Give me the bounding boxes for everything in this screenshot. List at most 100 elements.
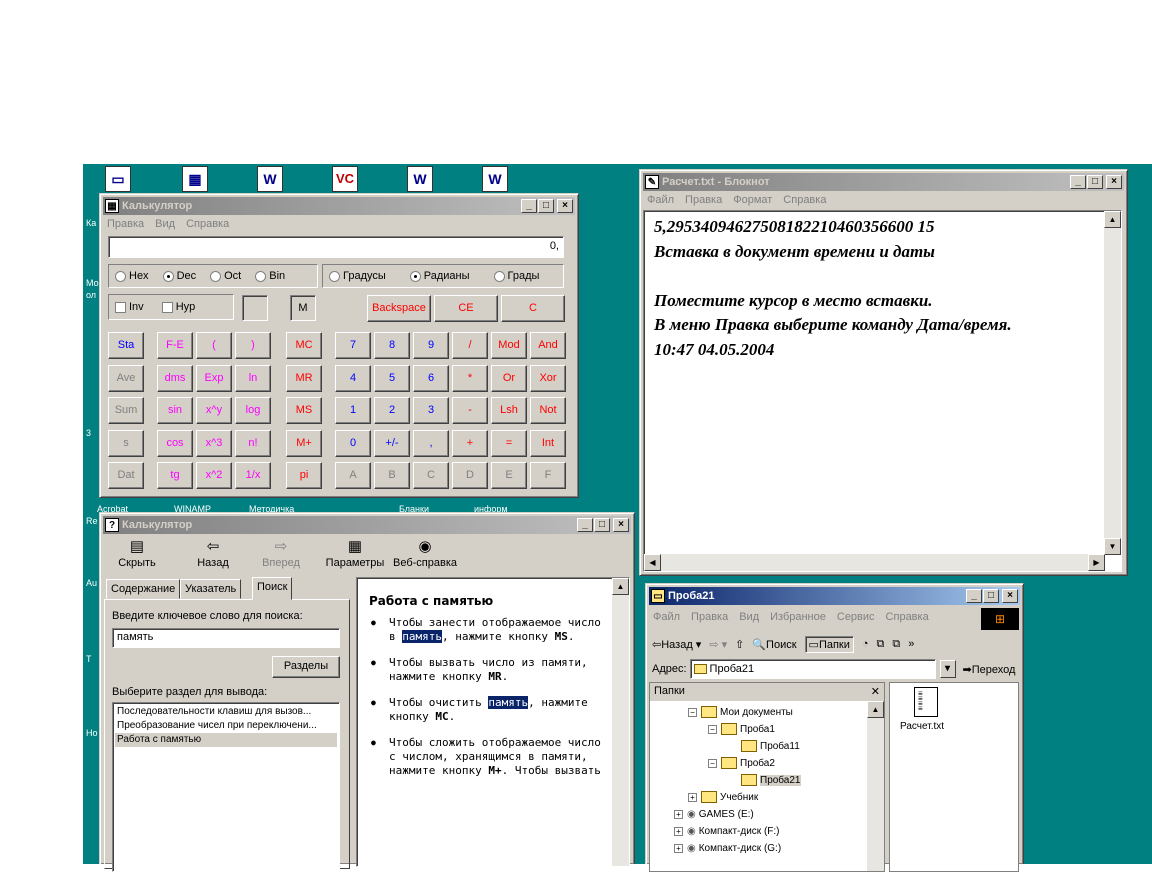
angle-radio[interactable]: Радианы: [409, 270, 470, 282]
calc-key-9[interactable]: 9: [413, 332, 449, 359]
calc-key-+[interactable]: +: [452, 429, 488, 457]
notepad-titlebar[interactable]: ✎ Расчет.txt - Блокнот _ □ ×: [643, 173, 1124, 191]
minimize-icon[interactable]: _: [966, 589, 982, 603]
maximize-icon[interactable]: □: [1087, 175, 1103, 189]
copy-icon[interactable]: ⧉: [892, 638, 900, 651]
tree-scrollbar[interactable]: ▲: [867, 701, 884, 871]
calc-key-C[interactable]: C: [413, 462, 449, 489]
topic-item[interactable]: Преобразование чисел при переключени...: [115, 719, 337, 733]
calc-key-Sum[interactable]: Sum: [108, 397, 144, 424]
menu-item[interactable]: Справка: [886, 611, 929, 623]
calc-key-1/x[interactable]: 1/x: [235, 462, 271, 489]
calc-key-MS[interactable]: MS: [286, 397, 322, 424]
forward-button[interactable]: ⇨ ▾: [709, 638, 727, 651]
menu-item[interactable]: Справка: [186, 218, 229, 230]
help-tab[interactable]: Поиск: [252, 577, 293, 600]
radix-radio-oct[interactable]: Oct: [210, 270, 241, 282]
calc-key-([interactable]: (: [196, 332, 232, 359]
calc-app-icon[interactable]: ▦: [178, 166, 212, 194]
history-icon[interactable]: ◔: [862, 638, 869, 650]
collapse-icon[interactable]: −: [688, 707, 697, 717]
menu-item[interactable]: Файл: [647, 194, 674, 206]
file-label[interactable]: Расчет.txt: [900, 721, 944, 732]
tree-item[interactable]: − Мои документы: [688, 705, 793, 721]
calc-key-Sta[interactable]: Sta: [108, 332, 144, 359]
calc-key-Not[interactable]: Not: [530, 397, 566, 424]
inv-checkbox[interactable]: Inv: [115, 301, 144, 313]
notepad-editor[interactable]: 5,29534094627508182210460356600 15 Вставк…: [643, 210, 1122, 572]
calc-key-5[interactable]: 5: [374, 364, 410, 392]
minimize-icon[interactable]: _: [577, 518, 593, 532]
radix-radio-dec[interactable]: Dec: [162, 270, 196, 282]
notepad-window[interactable]: ✎ Расчет.txt - Блокнот _ □ × Файл Правка Фор…: [639, 169, 1128, 576]
scroll-up-icon[interactable]: ▲: [1104, 211, 1121, 228]
calc-key--[interactable]: -: [452, 397, 488, 424]
calc-key-Xor[interactable]: Xor: [530, 364, 566, 392]
visual-c-icon[interactable]: VC: [328, 166, 362, 194]
menu-item[interactable]: Избранное: [770, 611, 826, 623]
calc-key-n![interactable]: n!: [235, 429, 271, 457]
expand-icon[interactable]: +: [674, 826, 683, 836]
tree-item[interactable]: + Учебник: [688, 790, 758, 806]
sections-button[interactable]: Разделы: [272, 656, 340, 678]
maximize-icon[interactable]: □: [983, 589, 999, 603]
scroll-right-icon[interactable]: ▶: [1088, 554, 1105, 571]
explorer-window[interactable]: ▭ Проба21 _ □ × Файл Правка Вид Избранное Серв…: [645, 583, 1024, 872]
calc-key-x^3[interactable]: x^3: [196, 429, 232, 457]
collapse-icon[interactable]: −: [708, 758, 717, 768]
word-doc-icon[interactable]: W: [403, 166, 437, 194]
article-scrollbar[interactable]: ▲: [612, 578, 629, 866]
tree-item[interactable]: − Проба1: [708, 722, 775, 738]
calculator-titlebar[interactable]: ▦ Калькулятор _ □ ×: [103, 197, 575, 215]
calc-key-And[interactable]: And: [530, 332, 566, 359]
expand-icon[interactable]: +: [674, 809, 683, 819]
expand-icon[interactable]: +: [674, 843, 683, 853]
radix-radio-bin[interactable]: Bin: [255, 270, 285, 282]
help-window[interactable]: ? Калькулятор _ □ × ▤ Скрыть ⇦ Назад ⇨ Вперед ▦ П…: [99, 512, 635, 872]
notepad-vscroll[interactable]: ▲ ▼: [1104, 211, 1121, 555]
angle-radio[interactable]: Грады: [493, 270, 539, 282]
calc-key-8[interactable]: 8: [374, 332, 410, 359]
monitor-icon[interactable]: ▭: [101, 166, 135, 194]
collapse-icon[interactable]: −: [708, 724, 717, 734]
menu-item[interactable]: Правка: [107, 218, 144, 230]
back-button[interactable]: ⇦Назад ▾: [652, 638, 701, 651]
calc-key-4[interactable]: 4: [335, 364, 371, 392]
calc-key-*[interactable]: *: [452, 364, 488, 392]
calc-key-F-E[interactable]: F-E: [157, 332, 193, 359]
calc-key-2[interactable]: 2: [374, 397, 410, 424]
text-file-icon[interactable]: ≡ ≡ ≡ ≡: [914, 687, 938, 717]
hyp-checkbox[interactable]: Hyp: [161, 301, 195, 313]
close-icon[interactable]: ×: [1002, 589, 1018, 603]
topic-item[interactable]: Последовательности клавиш для вызов...: [115, 705, 337, 719]
calc-key-F[interactable]: F: [530, 462, 566, 489]
go-button[interactable]: ➡Переход: [963, 663, 1016, 676]
calc-key-/[interactable]: /: [452, 332, 488, 359]
address-input[interactable]: Проба21: [689, 659, 936, 679]
scroll-left-icon[interactable]: ◀: [644, 554, 661, 571]
calc-key-Mod[interactable]: Mod: [491, 332, 527, 359]
ce-button[interactable]: CE: [434, 295, 498, 322]
topic-list[interactable]: Последовательности клавиш для вызов... Пр…: [112, 702, 340, 872]
calc-key-A[interactable]: A: [335, 462, 371, 489]
calc-key-dms[interactable]: dms: [157, 364, 193, 392]
calc-key-Dat[interactable]: Dat: [108, 462, 144, 489]
calc-key-Ave[interactable]: Ave: [108, 364, 144, 392]
scroll-down-icon[interactable]: ▼: [1104, 538, 1121, 555]
move-icon[interactable]: ⧉: [877, 638, 885, 651]
calculator-window[interactable]: ▦ Калькулятор _ □ × Правка Вид Справка 0, He…: [99, 193, 579, 498]
more-icon[interactable]: »: [908, 638, 914, 650]
calc-key-0[interactable]: 0: [335, 429, 371, 457]
menu-item[interactable]: Правка: [691, 611, 728, 623]
maximize-icon[interactable]: □: [538, 199, 554, 213]
minimize-icon[interactable]: _: [521, 199, 537, 213]
close-icon[interactable]: ×: [1106, 175, 1122, 189]
calc-key-cos[interactable]: cos: [157, 429, 193, 457]
tree-item[interactable]: + ◉ Компакт-диск (G:): [674, 841, 781, 857]
calc-key-Int[interactable]: Int: [530, 429, 566, 457]
calc-key-MR[interactable]: MR: [286, 364, 322, 392]
tree-item[interactable]: Проба21: [728, 773, 801, 789]
menu-item[interactable]: Формат: [733, 194, 772, 206]
menu-item[interactable]: Правка: [685, 194, 722, 206]
explorer-titlebar[interactable]: ▭ Проба21 _ □ ×: [649, 587, 1020, 605]
